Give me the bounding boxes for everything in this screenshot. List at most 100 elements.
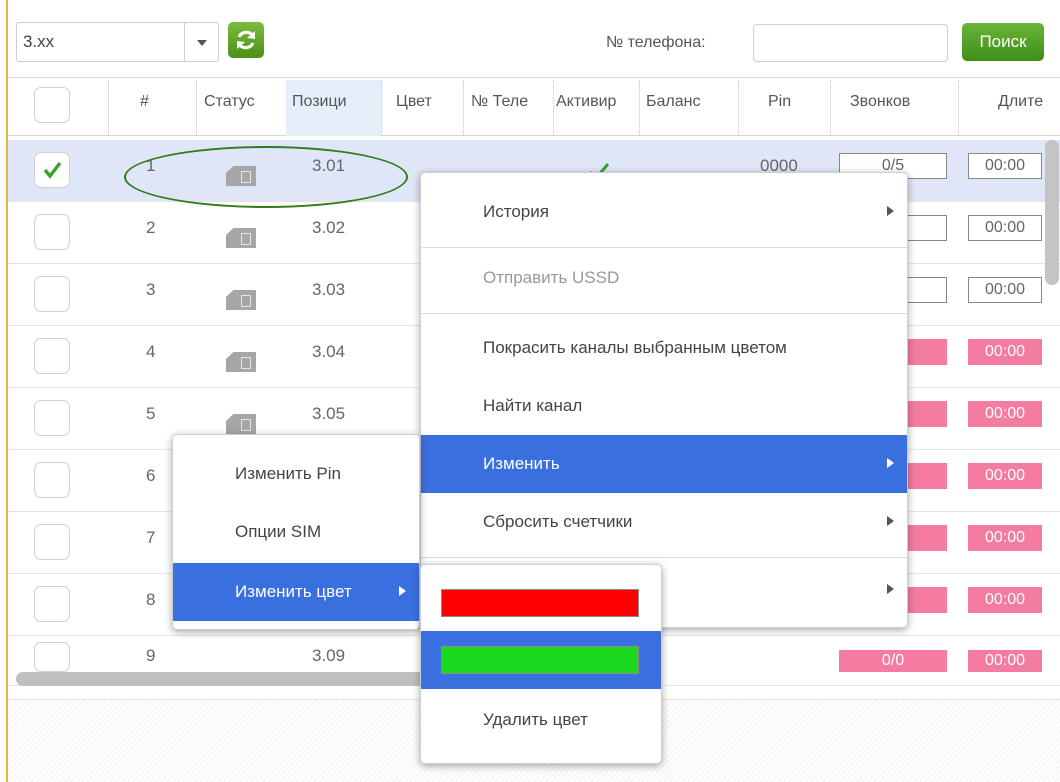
row-duration: 00:00 xyxy=(968,277,1042,303)
row-number: 9 xyxy=(146,646,156,665)
row-duration: 00:00 xyxy=(968,339,1042,365)
row-checkbox[interactable] xyxy=(34,586,70,622)
row-position: 3.09 xyxy=(312,646,346,665)
menu-item-label: Найти канал xyxy=(483,396,583,415)
submenu-arrow-icon xyxy=(887,516,894,526)
sim-card-icon xyxy=(226,352,256,372)
menu-divider xyxy=(421,557,907,558)
submenu-arrow-icon xyxy=(399,586,406,596)
menu-divider xyxy=(421,247,907,248)
toolbar: 3.xx № телефона: Поиск xyxy=(8,0,1060,78)
row-duration: 00:00 xyxy=(968,215,1042,241)
row-duration: 00:00 xyxy=(968,463,1042,489)
column-header-calls[interactable]: Звонков xyxy=(850,80,940,136)
check-icon xyxy=(43,161,62,179)
row-position: 3.05 xyxy=(312,404,346,423)
select-all-checkbox[interactable] xyxy=(34,87,70,123)
menu-item-send-ussd: Отправить USSD xyxy=(421,249,907,307)
menu-item-change-color[interactable]: Изменить цвет xyxy=(173,563,419,621)
submenu-arrow-icon xyxy=(887,206,894,216)
menu-divider xyxy=(421,313,907,314)
column-header-pin[interactable]: Pin xyxy=(768,80,818,136)
submenu-arrow-icon xyxy=(887,458,894,468)
vertical-scrollbar[interactable] xyxy=(1045,140,1059,285)
refresh-icon xyxy=(237,30,255,50)
color-option-green[interactable] xyxy=(421,631,661,689)
row-checkbox[interactable] xyxy=(34,276,70,312)
row-number: 6 xyxy=(146,466,156,485)
menu-item-edit[interactable]: Изменить xyxy=(421,435,907,493)
column-divider xyxy=(381,80,382,136)
menu-item-reset-counters[interactable]: Сбросить счетчики xyxy=(421,493,907,551)
menu-item-remove-color[interactable]: Удалить цвет xyxy=(421,691,661,749)
row-number: 8 xyxy=(146,590,156,609)
column-header-duration[interactable]: Длите xyxy=(998,80,1060,136)
column-header-number[interactable]: # xyxy=(140,80,160,136)
position-filter-select[interactable]: 3.xx xyxy=(16,22,219,62)
menu-item-label: Отправить USSD xyxy=(483,268,620,287)
row-duration: 00:00 xyxy=(968,525,1042,551)
column-divider xyxy=(108,80,109,136)
column-divider xyxy=(196,80,197,136)
row-checkbox[interactable] xyxy=(34,642,70,672)
menu-item-label: Покрасить каналы выбранным цветом xyxy=(483,338,787,357)
green-color-swatch xyxy=(441,646,639,674)
menu-item-sim-options[interactable]: Опции SIM xyxy=(173,503,419,561)
row-checkbox[interactable] xyxy=(34,152,70,188)
column-divider xyxy=(639,80,640,136)
menu-item-label: История xyxy=(483,202,549,221)
column-divider xyxy=(958,80,959,136)
column-divider xyxy=(830,80,831,136)
row-position: 3.02 xyxy=(312,218,346,237)
menu-item-label: Изменить xyxy=(483,454,560,473)
row-duration: 00:00 xyxy=(968,587,1042,613)
menu-item-history[interactable]: История xyxy=(421,183,907,241)
menu-item-label: Изменить Pin xyxy=(235,464,341,483)
row-position: 3.03 xyxy=(312,280,346,299)
row-checkbox[interactable] xyxy=(34,338,70,374)
row-number: 2 xyxy=(146,218,156,237)
highlight-annotation-oval xyxy=(124,146,408,208)
menu-item-paint-channels[interactable]: Покрасить каналы выбранным цветом xyxy=(421,319,907,377)
column-header-activation[interactable]: Активир xyxy=(556,80,638,136)
sim-card-icon xyxy=(226,290,256,310)
column-divider xyxy=(463,80,464,136)
phone-search-input[interactable] xyxy=(753,24,948,62)
row-number: 5 xyxy=(146,404,156,423)
context-menu: История Отправить USSD Покрасить каналы … xyxy=(420,172,908,628)
menu-item-label: Изменить цвет xyxy=(235,582,352,601)
sim-card-icon xyxy=(226,228,256,248)
row-duration: 00:00 xyxy=(968,650,1042,672)
menu-item-find-channel[interactable]: Найти канал xyxy=(421,377,907,435)
row-checkbox[interactable] xyxy=(34,214,70,250)
column-header-phone[interactable]: № Теле xyxy=(471,80,551,136)
row-number: 3 xyxy=(146,280,156,299)
row-duration: 00:00 xyxy=(968,153,1042,179)
column-header-balance[interactable]: Баланс xyxy=(646,80,736,136)
phone-label: № телефона: xyxy=(606,34,706,51)
color-submenu: Удалить цвет xyxy=(420,564,662,764)
horizontal-scrollbar[interactable] xyxy=(16,672,476,686)
column-header-status[interactable]: Статус xyxy=(204,80,284,136)
row-checkbox[interactable] xyxy=(34,400,70,436)
submenu-arrow-icon xyxy=(887,584,894,594)
search-button[interactable]: Поиск xyxy=(962,23,1044,61)
table-header: # Статус Позици Цвет № Теле Активир Бала… xyxy=(8,80,1060,136)
sim-card-icon xyxy=(226,414,256,434)
menu-item-change-pin[interactable]: Изменить Pin xyxy=(173,445,419,503)
chevron-down-icon[interactable] xyxy=(184,23,218,61)
color-option-red[interactable] xyxy=(421,573,661,631)
edit-submenu: Изменить Pin Опции SIM Изменить цвет xyxy=(172,434,420,630)
refresh-button[interactable] xyxy=(228,22,264,58)
row-checkbox[interactable] xyxy=(34,462,70,498)
row-checkbox[interactable] xyxy=(34,524,70,560)
menu-item-label: Удалить цвет xyxy=(483,710,588,729)
row-position: 3.04 xyxy=(312,342,346,361)
menu-item-label: Сбросить счетчики xyxy=(483,512,633,531)
column-header-position[interactable]: Позици xyxy=(286,80,381,136)
column-header-color[interactable]: Цвет xyxy=(396,80,456,136)
position-filter-value: 3.xx xyxy=(23,32,55,51)
column-divider xyxy=(738,80,739,136)
row-duration: 00:00 xyxy=(968,401,1042,427)
row-calls: 0/0 xyxy=(839,650,947,672)
